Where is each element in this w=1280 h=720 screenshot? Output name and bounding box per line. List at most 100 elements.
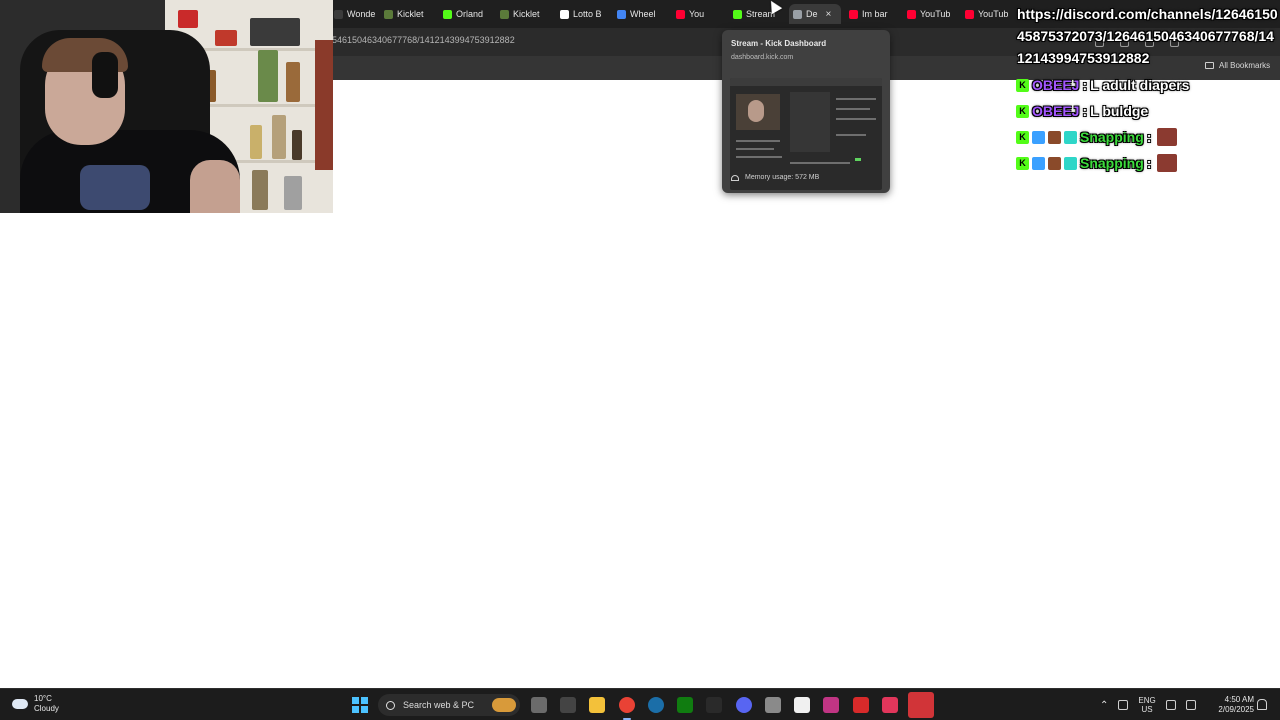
- tab-favicon-icon: [443, 9, 452, 19]
- chat-message: K Snapping :: [1016, 124, 1278, 150]
- tab-label: YouTub: [920, 9, 951, 19]
- chat-username: Snapping: [1080, 129, 1144, 145]
- chat-separator: :: [1082, 77, 1088, 93]
- browser-tab[interactable]: You: [676, 4, 726, 24]
- file-explorer-icon[interactable]: [589, 697, 605, 713]
- chat-badge-icon: [1032, 130, 1045, 144]
- chat-separator: :: [1082, 103, 1088, 119]
- tab-label: Im bar: [862, 9, 888, 19]
- chat-message: K OBEEJ :L adult diapers: [1016, 72, 1278, 98]
- browser-tab[interactable]: Kicklet: [384, 4, 434, 24]
- lang-bottom: US: [1141, 705, 1153, 714]
- browser-tab[interactable]: Im bar: [849, 4, 899, 24]
- cloud-icon: [12, 699, 28, 709]
- weather-desc: Cloudy: [34, 704, 59, 713]
- network-icon[interactable]: [1165, 700, 1176, 710]
- store-icon[interactable]: [794, 697, 810, 713]
- steam-icon[interactable]: [648, 697, 664, 713]
- chat-message: K OBEEJ :L buldge: [1016, 98, 1278, 124]
- chat-badge-icon: [1048, 156, 1061, 170]
- chat-emote-icon: [1157, 128, 1178, 146]
- search-label: Search web & PC: [403, 700, 475, 710]
- clock-time: 4:50 AM: [1224, 695, 1254, 704]
- lang-top: ENG: [1138, 696, 1156, 705]
- screen: Wonde Kicklet Orland Kicklet Lotto B Wheel You…: [0, 0, 1280, 720]
- settings-icon[interactable]: [765, 697, 781, 713]
- discord-icon[interactable]: [736, 697, 752, 713]
- system-tray: ⌃ ENG US: [1100, 689, 1196, 720]
- instagram-icon[interactable]: [823, 697, 839, 713]
- chat-badge-icon: [1048, 130, 1061, 144]
- chevron-up-icon[interactable]: ⌃: [1100, 700, 1108, 711]
- tab-label: Lotto B: [573, 9, 602, 19]
- tab-favicon-icon: [793, 9, 802, 19]
- address-bar[interactable]: 54615046340677768/1412143994753912882: [332, 35, 515, 45]
- epic-games-icon[interactable]: [706, 697, 722, 713]
- chat-separator: :: [1146, 129, 1152, 145]
- browser-tab[interactable]: Orland: [443, 4, 493, 24]
- close-tab-icon[interactable]: ×: [826, 9, 832, 20]
- chat-username: OBEEJ: [1032, 77, 1080, 93]
- memory-usage: Memory usage: 572 MB: [731, 174, 819, 181]
- tab-label: Kicklet: [397, 9, 424, 19]
- tab-favicon-icon: [334, 9, 343, 19]
- weather-temp: 10°C: [34, 694, 52, 703]
- tab-label: YouTub: [978, 9, 1009, 19]
- headset-icon: [92, 52, 118, 98]
- tab-favicon-icon: [733, 9, 742, 19]
- chat-text: L buldge: [1090, 103, 1149, 119]
- chat-emote-icon: [1157, 154, 1178, 172]
- browser-tab[interactable]: Wonde: [334, 4, 378, 24]
- tab-label: Wheel: [630, 9, 656, 19]
- tab-favicon-icon: [965, 9, 974, 19]
- chat-badge-icon: K: [1016, 104, 1029, 118]
- search-highlight-icon: [492, 698, 516, 712]
- tab-label: De: [806, 9, 818, 19]
- browser-tab[interactable]: YouTub: [965, 4, 1011, 24]
- browser-tab[interactable]: De ×: [789, 4, 841, 24]
- language-indicator[interactable]: ENG US: [1138, 696, 1155, 714]
- clock-date: 2/09/2025: [1218, 705, 1254, 714]
- xbox-icon[interactable]: [677, 697, 693, 713]
- windows-taskbar: 10°C Cloudy Search web & PC ⌃ ENG US 4:5…: [0, 688, 1280, 720]
- bts-icon[interactable]: [853, 697, 869, 713]
- tab-hover-preview: Stream - Kick Dashboard dashboard.kick.c…: [722, 30, 890, 193]
- tab-label: You: [689, 9, 705, 19]
- chat-badge-icon: [1064, 130, 1077, 144]
- browser-tab[interactable]: Kicklet: [500, 4, 550, 24]
- audio-app-icon[interactable]: [882, 697, 898, 713]
- browser-tab[interactable]: YouTub: [907, 4, 957, 24]
- overlay-discord-link: https://discord.com/channels/12646150458…: [1017, 6, 1278, 66]
- tab-favicon-icon: [617, 9, 626, 19]
- memory-usage-label: Memory usage: 572 MB: [745, 174, 820, 181]
- tab-label: Wonde: [347, 9, 376, 19]
- browser-tab[interactable]: Lotto B: [560, 4, 610, 24]
- volume-icon[interactable]: [1185, 700, 1196, 710]
- chat-separator: :: [1146, 155, 1152, 171]
- chat-badge-icon: [1032, 156, 1045, 170]
- chat-username: OBEEJ: [1032, 103, 1080, 119]
- tab-favicon-icon: [384, 9, 393, 19]
- chat-message: K Snapping :: [1016, 150, 1278, 176]
- clock[interactable]: 4:50 AM 2/09/2025: [1210, 695, 1254, 715]
- taskbar-search[interactable]: Search web & PC: [378, 694, 520, 716]
- tab-favicon-icon: [849, 9, 858, 19]
- chat-overlay: K OBEEJ :L adult diapers K OBEEJ :L buldge K…: [1016, 72, 1278, 176]
- tab-favicon-icon: [500, 9, 509, 19]
- chat-badge-icon: K: [1016, 130, 1029, 144]
- copilot-icon[interactable]: [560, 697, 576, 713]
- chat-badge-icon: K: [1016, 156, 1029, 170]
- start-button[interactable]: [352, 697, 368, 713]
- notification-bell-icon[interactable]: [1257, 699, 1267, 710]
- weather-widget[interactable]: 10°C Cloudy: [12, 694, 59, 714]
- browser-tab[interactable]: Wheel: [617, 4, 667, 24]
- preview-domain: dashboard.kick.com: [731, 54, 794, 61]
- microphone-icon[interactable]: [1118, 700, 1129, 710]
- task-view-icon[interactable]: [531, 697, 547, 713]
- tab-label: Orland: [456, 9, 484, 19]
- chat-username: Snapping: [1080, 155, 1144, 171]
- chrome-icon[interactable]: [619, 697, 635, 720]
- search-icon: [386, 700, 395, 710]
- preview-title: Stream - Kick Dashboard: [731, 39, 827, 48]
- recording-app-icon[interactable]: [908, 692, 934, 718]
